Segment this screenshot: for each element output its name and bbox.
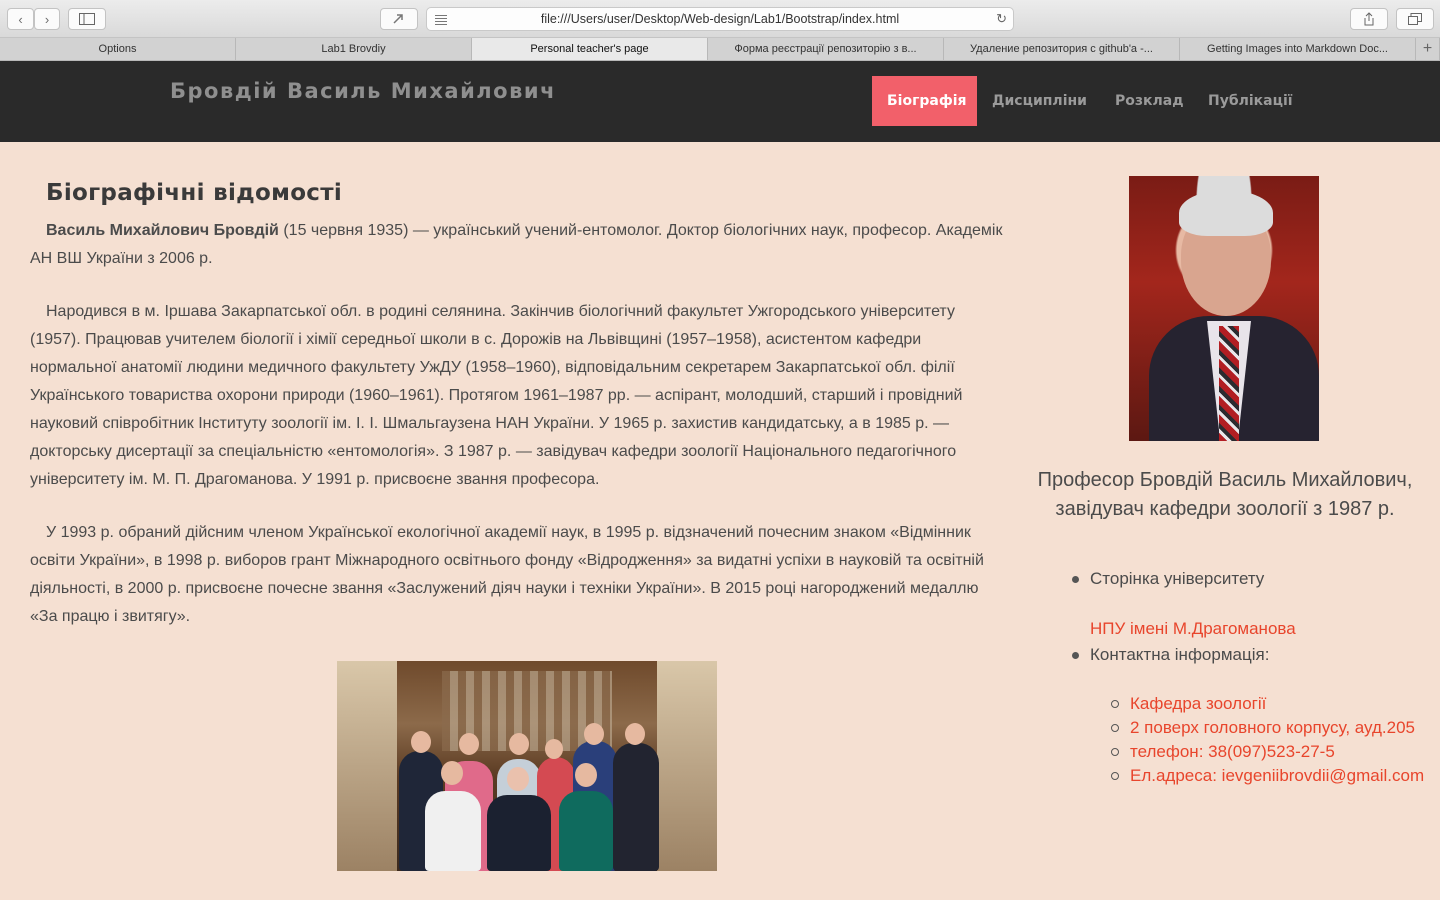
- nav-publications[interactable]: Публікації: [1208, 76, 1293, 126]
- page-title: Біографічні відомості: [46, 180, 343, 206]
- tab-github[interactable]: Удаление репозитория с github'а -...: [944, 38, 1180, 60]
- share-icon[interactable]: [1350, 8, 1388, 30]
- professor-photo: [1129, 176, 1319, 441]
- biography-section: Біографічні відомості Василь Михайлович …: [30, 180, 1010, 631]
- sidebar-icon[interactable]: [68, 8, 106, 30]
- bio-paragraph-3: У 1993 р. обраний дійсним членом Українс…: [30, 524, 984, 625]
- tab-bar: Options Lab1 Brovdiy Personal teacher's …: [0, 38, 1440, 61]
- tab-options[interactable]: Options: [0, 38, 236, 60]
- university-link[interactable]: НПУ імені М.Драгоманова: [1070, 616, 1430, 642]
- bio-name: Василь Михайлович Бровдій: [46, 222, 279, 239]
- tab-markdown[interactable]: Getting Images into Markdown Doc...: [1180, 38, 1416, 60]
- contact-phone[interactable]: телефон: 38(097)523-27-5: [1110, 740, 1430, 764]
- reload-icon[interactable]: ↻: [996, 11, 1007, 27]
- tab-form[interactable]: Форма реєстрації репозиторію з в...: [708, 38, 944, 60]
- tabs-overview-icon[interactable]: [1396, 8, 1434, 30]
- nav-disciplines[interactable]: Дисципліни: [992, 76, 1087, 126]
- photo-caption: Професор Бровдій Василь Михайлович, заві…: [1037, 469, 1413, 520]
- contact-email[interactable]: Ел.адреса: ievgeniibrovdii@gmail.com: [1110, 764, 1430, 788]
- nav-schedule[interactable]: Розклад: [1115, 76, 1184, 126]
- bio-paragraph-1: Василь Михайлович Бровдій (15 червня 193…: [30, 217, 1010, 273]
- new-tab-icon[interactable]: +: [1416, 38, 1440, 60]
- tab-lab1[interactable]: Lab1 Brovdiy: [236, 38, 472, 60]
- url-text: file:///Users/user/Desktop/Web-design/La…: [540, 12, 900, 26]
- site-navbar: Бровдій Василь Михайлович Біографія Дисц…: [0, 61, 1440, 142]
- tab-personal-page[interactable]: Personal teacher's page: [472, 38, 708, 60]
- bio-paragraph-2: Народився в м. Іршава Закарпатської обл.…: [30, 303, 963, 488]
- university-item: Сторінка університету: [1070, 566, 1430, 592]
- contacts-list: Кафедра зоології 2 поверх головного корп…: [1110, 692, 1430, 788]
- reader-icon[interactable]: [435, 15, 447, 27]
- back-icon[interactable]: ‹: [7, 8, 34, 30]
- nav-biography[interactable]: Біографія: [872, 76, 977, 126]
- sidebar-list: Сторінка університету НПУ імені М.Драгом…: [1070, 566, 1430, 788]
- address-bar[interactable]: file:///Users/user/Desktop/Web-design/La…: [426, 7, 1014, 31]
- extensions-icon[interactable]: [380, 8, 418, 30]
- site-brand[interactable]: Бровдій Василь Михайлович: [170, 79, 556, 103]
- contact-address[interactable]: 2 поверх головного корпусу, ауд.205: [1110, 716, 1430, 740]
- team-photo: [337, 661, 717, 871]
- contact-department[interactable]: Кафедра зоології: [1110, 692, 1430, 716]
- forward-icon[interactable]: ›: [34, 8, 60, 30]
- browser-toolbar: ‹ › file:///Users/user/Desktop/Web-desig…: [0, 0, 1440, 38]
- contacts-item: Контактна інформація:: [1070, 642, 1430, 668]
